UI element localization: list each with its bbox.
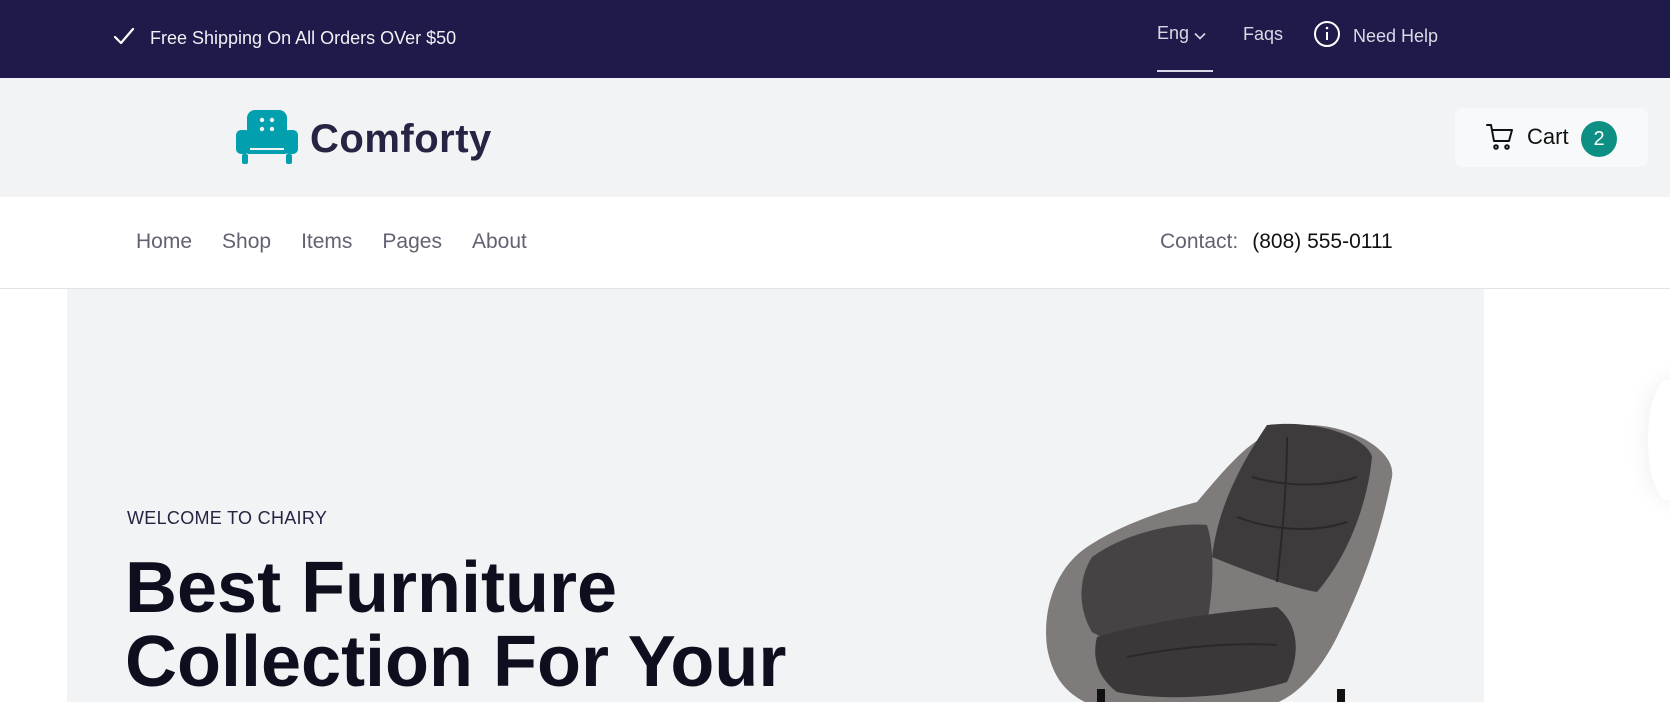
brand-name: Comforty: [310, 117, 492, 161]
hero-chair-image: [1037, 407, 1417, 702]
cart-button[interactable]: Cart 2: [1455, 108, 1648, 167]
site-header: Comforty Cart 2: [0, 78, 1670, 197]
hero-headline: Best Furniture Collection For Your: [125, 551, 885, 699]
language-selector[interactable]: Eng: [1157, 23, 1213, 72]
nav-link-items[interactable]: Items: [301, 230, 352, 254]
hero-headline-line-2: Collection For Your: [125, 622, 787, 702]
language-underline: [1157, 70, 1213, 72]
nav-link-home[interactable]: Home: [136, 230, 192, 254]
chevron-down-icon: [1193, 27, 1207, 48]
top-announcement-bar: Free Shipping On All Orders OVer $50 Eng…: [0, 0, 1670, 78]
nav-links: Home Shop Items Pages About: [136, 230, 527, 254]
hero-headline-line-1: Best Furniture: [125, 548, 618, 628]
contact-info: Contact: (808) 555-0111: [1160, 230, 1393, 254]
hero-banner: WELCOME TO CHAIRY Best Furniture Collect…: [67, 289, 1484, 702]
contact-phone[interactable]: (808) 555-0111: [1252, 230, 1393, 254]
shipping-notice: Free Shipping On All Orders OVer $50: [112, 24, 456, 53]
main-navigation: Home Shop Items Pages About Contact: (80…: [0, 197, 1670, 289]
faqs-link[interactable]: Faqs: [1243, 24, 1283, 45]
brand-logo[interactable]: Comforty: [236, 108, 492, 171]
need-help-link[interactable]: Need Help: [1313, 20, 1438, 53]
info-icon: [1313, 20, 1341, 53]
hero-welcome-text: WELCOME TO CHAIRY: [127, 508, 328, 528]
shipping-text: Free Shipping On All Orders OVer $50: [150, 28, 457, 48]
contact-label: Contact:: [1160, 230, 1239, 253]
cart-icon: [1485, 122, 1515, 157]
nav-link-about[interactable]: About: [472, 230, 527, 254]
right-edge-shadow: [1648, 380, 1670, 500]
need-help-label: Need Help: [1353, 26, 1439, 46]
language-label: Eng: [1157, 23, 1190, 43]
check-icon: [112, 24, 136, 53]
cart-label: Cart: [1527, 124, 1569, 149]
armchair-icon: [236, 108, 298, 171]
cart-count-badge: 2: [1581, 121, 1617, 157]
nav-link-shop[interactable]: Shop: [222, 230, 271, 254]
nav-link-pages[interactable]: Pages: [382, 230, 442, 254]
